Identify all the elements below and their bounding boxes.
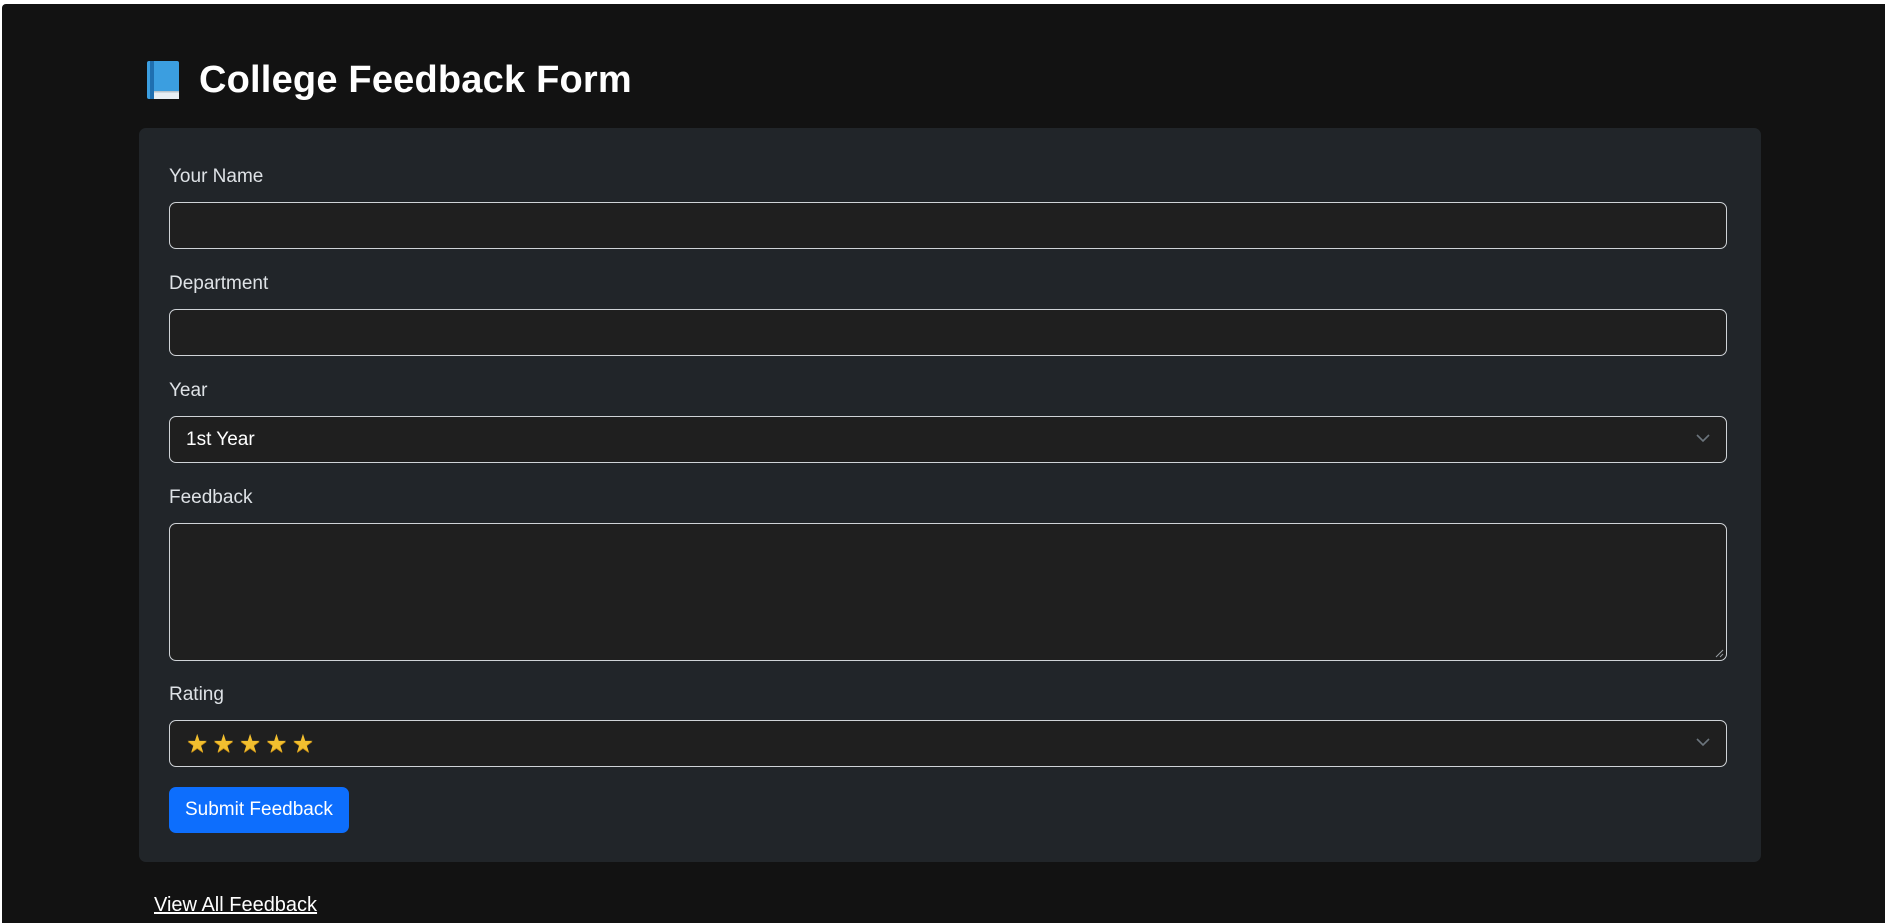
- chevron-down-icon: [1696, 433, 1710, 442]
- name-input[interactable]: [169, 202, 1727, 249]
- submit-feedback-button[interactable]: Submit Feedback: [169, 787, 349, 833]
- page-title: College Feedback Form: [199, 58, 632, 101]
- chevron-down-icon: [1696, 737, 1710, 746]
- rating-label: Rating: [169, 684, 224, 705]
- feedback-form-card: Your Name Department Year 1st Year Feedb…: [139, 128, 1761, 862]
- department-input[interactable]: [169, 309, 1727, 356]
- star-icon: ★: [212, 729, 235, 758]
- year-label: Year: [169, 380, 208, 401]
- star-icon: ★: [238, 729, 262, 758]
- resize-grip-icon[interactable]: [1715, 649, 1724, 658]
- page-header: College Feedback Form: [147, 54, 632, 106]
- view-all-feedback-link[interactable]: View All Feedback: [154, 894, 317, 917]
- year-select[interactable]: 1st Year: [169, 416, 1727, 463]
- feedback-textarea[interactable]: [169, 523, 1727, 661]
- department-label: Department: [169, 273, 269, 294]
- star-icon: ★: [291, 729, 315, 758]
- feedback-label: Feedback: [169, 487, 253, 508]
- rating-select[interactable]: ★ ★ ★ ★ ★: [169, 720, 1727, 767]
- rating-selected-value: ★ ★ ★ ★ ★: [186, 731, 314, 756]
- year-selected-value: 1st Year: [186, 428, 255, 450]
- star-icon: ★: [265, 729, 288, 758]
- page-viewport: College Feedback Form Your Name Departme…: [2, 4, 1885, 923]
- blue-book-icon: [147, 61, 179, 99]
- name-label: Your Name: [169, 166, 264, 187]
- star-icon: ★: [186, 729, 209, 758]
